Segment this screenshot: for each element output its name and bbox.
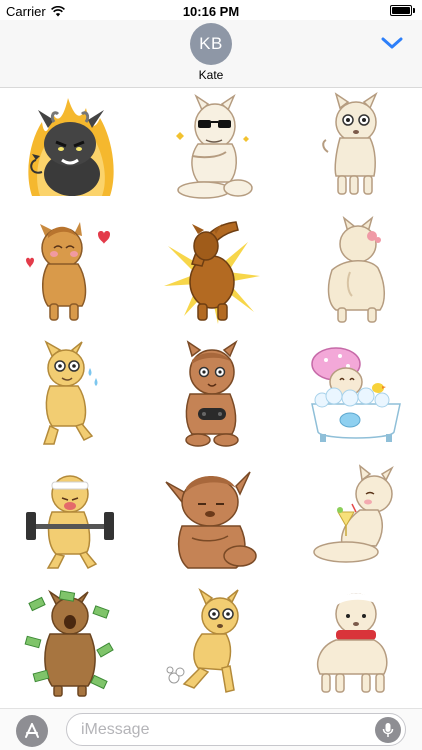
- sticker-cocktail-alpaca[interactable]: [306, 464, 406, 576]
- avatar-initials: KB: [199, 34, 223, 53]
- sticker-scarf-alpaca[interactable]: [306, 588, 406, 700]
- app-store-button[interactable]: [16, 715, 48, 747]
- sticker-surprised-alpaca[interactable]: [306, 91, 406, 204]
- sticker-weightlifting-alpaca[interactable]: [20, 464, 120, 576]
- sticker-devil-alpaca[interactable]: [20, 92, 120, 204]
- conversation-header: KB Kate: [0, 20, 422, 88]
- sticker-grid: [0, 88, 422, 708]
- app-store-icon: [25, 723, 39, 738]
- clock: 10:16 PM: [182, 4, 240, 19]
- sticker-dab-alpaca[interactable]: [162, 216, 262, 328]
- microphone-button[interactable]: [375, 717, 401, 743]
- message-input[interactable]: [81, 719, 361, 741]
- status-bar: Carrier 10:16 PM: [0, 0, 422, 22]
- sticker-bath-alpaca[interactable]: [306, 340, 406, 452]
- sticker-gamer-alpaca[interactable]: [162, 339, 262, 452]
- sticker-love-alpaca[interactable]: [20, 216, 120, 328]
- sticker-back-alpaca[interactable]: [306, 215, 406, 328]
- battery-icon: [390, 5, 416, 17]
- sticker-sweating-alpaca[interactable]: [20, 340, 120, 452]
- microphone-icon: [382, 723, 394, 737]
- sticker-running-alpaca[interactable]: [162, 587, 262, 700]
- avatar[interactable]: KB: [190, 23, 232, 65]
- sticker-money-alpaca[interactable]: [20, 588, 120, 700]
- sticker-sunglasses-alpaca[interactable]: [162, 92, 262, 204]
- chevron-down-icon[interactable]: [380, 34, 404, 52]
- sticker-lazy-alpaca[interactable]: [162, 464, 262, 576]
- contact-name[interactable]: Kate: [0, 68, 422, 82]
- message-field[interactable]: [66, 713, 406, 746]
- message-input-bar: [0, 708, 422, 750]
